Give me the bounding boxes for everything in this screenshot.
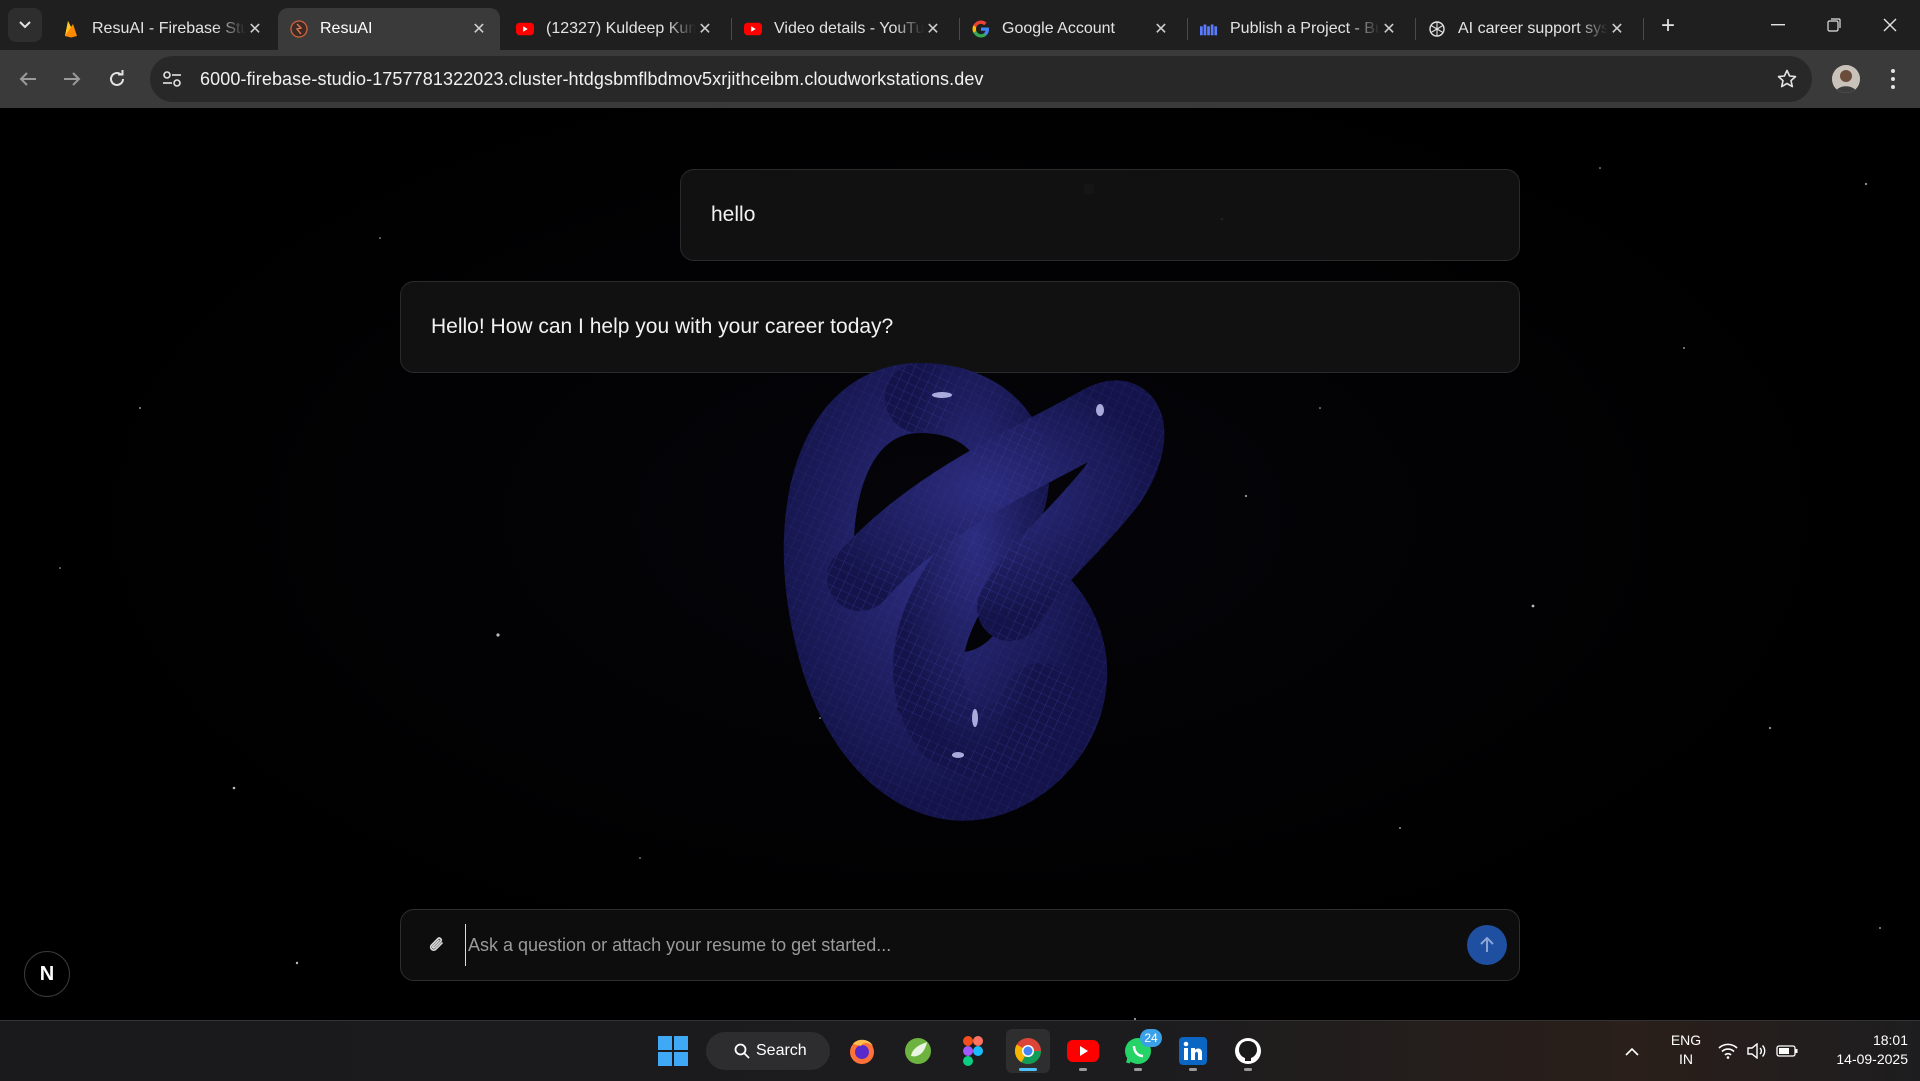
tab-ai-career-support[interactable]: AI career support sys ✕ — [1416, 8, 1638, 50]
chrome-icon[interactable] — [1006, 1029, 1050, 1073]
close-icon[interactable]: ✕ — [924, 19, 942, 39]
tab-separator — [1643, 18, 1644, 40]
restore-button[interactable] — [1806, 0, 1862, 50]
bookmark-star-icon[interactable] — [1774, 66, 1800, 92]
system-clock[interactable]: 18:01 14-09-2025 — [1808, 1031, 1908, 1069]
openai-icon — [1428, 20, 1446, 38]
buildkite-icon — [1200, 20, 1218, 38]
tab-title: AI career support sys — [1458, 20, 1608, 37]
minimize-button[interactable] — [1750, 0, 1806, 50]
site-info-icon[interactable] — [154, 61, 190, 97]
linkedin-icon[interactable] — [1171, 1029, 1215, 1073]
arrow-left-icon — [19, 72, 36, 86]
windows-start-icon[interactable] — [651, 1029, 695, 1073]
wifi-icon[interactable] — [1716, 1021, 1740, 1081]
tab-firebase-studio[interactable]: ResuAI - Firebase Studio ✕ — [50, 8, 276, 50]
search-label: Search — [756, 1042, 807, 1059]
taskbar-search[interactable]: Search — [706, 1032, 830, 1070]
close-icon[interactable]: ✕ — [470, 19, 488, 39]
chevron-down-icon — [19, 21, 31, 29]
close-icon[interactable]: ✕ — [1380, 19, 1398, 39]
message-text: hello — [711, 203, 756, 226]
region-code: IN — [1679, 1051, 1693, 1067]
windows-taskbar: Search 24 ENG IN 18:01 14-09-2025 — [0, 1020, 1920, 1081]
tab-google-account[interactable]: Google Account ✕ — [960, 8, 1182, 50]
tab-title: Video details - YouTube — [774, 20, 924, 37]
new-tab-button[interactable]: + — [1652, 10, 1684, 42]
whatsapp-icon[interactable]: 24 — [1116, 1029, 1162, 1073]
url-text[interactable]: 6000-firebase-studio-1757781322023.clust… — [200, 69, 984, 90]
restore-icon — [1827, 18, 1841, 32]
tab-publish-project[interactable]: Publish a Project - Bu ✕ — [1188, 8, 1410, 50]
running-app-indicator — [1134, 1068, 1142, 1071]
chat-page: hello Hello! How can I help you with you… — [0, 108, 1920, 1020]
youtube-icon[interactable] — [1061, 1029, 1105, 1073]
tab-title: Google Account — [1002, 20, 1115, 37]
firebase-icon — [62, 20, 80, 38]
battery-icon[interactable] — [1774, 1021, 1800, 1081]
arrow-up-icon — [1480, 936, 1494, 952]
reload-button[interactable] — [99, 61, 135, 97]
youtube-icon — [744, 20, 762, 38]
running-app-indicator — [1079, 1068, 1087, 1071]
search-icon — [734, 1043, 750, 1059]
attach-paperclip-icon[interactable] — [423, 931, 451, 959]
youtube-icon — [516, 20, 534, 38]
tab-title: ResuAI — [320, 20, 373, 37]
figma-icon[interactable] — [951, 1029, 995, 1073]
resuai-icon — [290, 20, 308, 38]
back-button[interactable] — [10, 61, 46, 97]
tab-resuai[interactable]: ResuAI ✕ — [278, 8, 500, 50]
tab-search-button[interactable] — [8, 8, 42, 42]
clock-time: 18:01 — [1872, 1032, 1908, 1048]
browser-menu-button[interactable] — [1880, 63, 1906, 95]
firefox-icon[interactable] — [840, 1029, 884, 1073]
running-app-indicator — [1189, 1068, 1197, 1071]
address-bar[interactable]: 6000-firebase-studio-1757781322023.clust… — [150, 56, 1812, 102]
tab-strip: ResuAI - Firebase Studio ✕ ResuAI ✕ (123… — [0, 0, 1920, 50]
active-app-indicator — [1019, 1068, 1037, 1071]
user-message: hello — [680, 169, 1520, 261]
notification-badge: 24 — [1140, 1029, 1162, 1047]
google-icon — [972, 20, 990, 38]
close-window-button[interactable] — [1862, 0, 1918, 50]
volume-icon[interactable] — [1744, 1021, 1770, 1081]
message-text: Hello! How can I help you with your care… — [431, 315, 894, 338]
show-hidden-icons-chevron-up-icon[interactable] — [1620, 1021, 1644, 1081]
forward-button[interactable] — [54, 61, 90, 97]
send-button[interactable] — [1467, 925, 1507, 965]
github-icon[interactable] — [1226, 1029, 1270, 1073]
tab-title: Publish a Project - Bu — [1230, 20, 1380, 37]
tab-title: (12327) Kuldeep Kumar — [546, 20, 696, 37]
browser-toolbar: 6000-firebase-studio-1757781322023.clust… — [0, 50, 1920, 108]
reload-icon — [110, 70, 124, 86]
clock-date: 14-09-2025 — [1836, 1051, 1908, 1067]
close-icon[interactable]: ✕ — [1152, 19, 1170, 39]
running-app-indicator — [1244, 1068, 1252, 1071]
input-language-indicator[interactable]: ENG IN — [1664, 1031, 1708, 1069]
close-icon[interactable]: ✕ — [696, 19, 714, 39]
arrow-right-icon — [64, 72, 81, 86]
chat-composer — [400, 909, 1520, 981]
nextjs-dev-badge[interactable]: N — [24, 951, 70, 997]
close-icon[interactable]: ✕ — [1608, 19, 1626, 39]
profile-avatar[interactable] — [1832, 65, 1860, 93]
tab-youtube-video-details[interactable]: Video details - YouTube ✕ — [732, 8, 954, 50]
tab-title: ResuAI - Firebase Studio — [92, 20, 246, 37]
chat-input[interactable] — [465, 924, 1455, 966]
close-icon[interactable]: ✕ — [246, 19, 264, 39]
spring-icon[interactable] — [896, 1029, 940, 1073]
close-icon — [1883, 18, 1897, 32]
tab-youtube-channel[interactable]: (12327) Kuldeep Kumar ✕ — [504, 8, 726, 50]
language-code: ENG — [1670, 1032, 1702, 1048]
minimize-icon — [1771, 24, 1785, 26]
torus-knot-3d-graphic — [783, 363, 1165, 821]
